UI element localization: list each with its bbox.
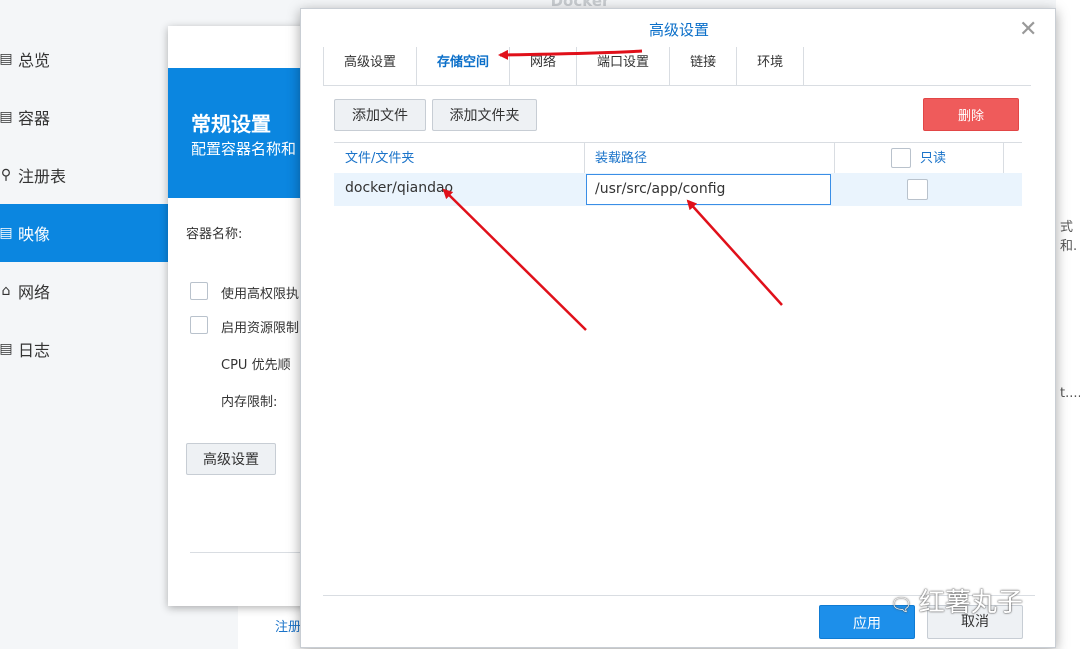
tab-storage[interactable]: 存储空间 <box>417 47 511 85</box>
sidebar: ▤ 总览 ▤ 容器 ⚲ 注册表 ▤ 映像 ⌂ 网络 ▤ 日志 <box>0 30 168 648</box>
sidebar-item-label: 总览 <box>18 51 51 70</box>
memory-limit-label: 内存限制: <box>221 395 278 410</box>
network-icon: ⌂ <box>1 283 11 299</box>
mount-path-input[interactable]: /usr/src/app/config <box>586 174 831 205</box>
sidebar-item-log[interactable]: ▤ 日志 <box>0 320 168 378</box>
image-icon: ▤ <box>0 225 13 241</box>
dialog-title: 高级设置 <box>648 21 709 39</box>
sidebar-item-network[interactable]: ⌂ 网络 <box>0 262 168 320</box>
add-file-button[interactable]: 添加文件 <box>334 99 426 131</box>
privileged-label: 使用高权限执 <box>221 287 300 302</box>
log-icon: ▤ <box>0 341 13 357</box>
table-header: 文件/文件夹 装载路径 只读 <box>334 142 1022 173</box>
column-header-mount-path[interactable]: 装载路径 <box>595 143 647 173</box>
privileged-checkbox[interactable] <box>190 282 208 300</box>
tab-bar: 高级设置 存储空间 网络 端口设置 链接 环境 <box>323 47 1031 86</box>
tab-network[interactable]: 网络 <box>510 47 578 85</box>
read-only-checkbox[interactable] <box>907 179 928 200</box>
background-text: t.... <box>1060 386 1080 401</box>
advanced-settings-button[interactable]: 高级设置 <box>186 443 276 475</box>
background-text: 式和. <box>1060 220 1078 254</box>
resource-limit-checkbox[interactable] <box>190 316 208 334</box>
sidebar-item-label: 容器 <box>18 109 51 128</box>
read-only-all-checkbox[interactable] <box>891 148 911 168</box>
sidebar-item-container[interactable]: ▤ 容器 <box>0 88 168 146</box>
sidebar-item-label: 注册表 <box>18 167 67 186</box>
general-settings-subtitle: 配置容器名称和 <box>191 140 297 158</box>
general-settings-title: 常规设置 <box>191 112 271 136</box>
add-folder-button[interactable]: 添加文件夹 <box>432 99 537 131</box>
sidebar-item-image[interactable]: ▤ 映像 <box>0 204 168 262</box>
sidebar-item-label: 映像 <box>18 225 51 244</box>
tab-advanced[interactable]: 高级设置 <box>323 47 418 85</box>
column-header-read-only: 只读 <box>920 151 947 166</box>
sidebar-item-registry[interactable]: ⚲ 注册表 <box>0 146 168 204</box>
watermark-text: 红薯丸子 <box>918 588 1023 618</box>
close-icon[interactable]: ✕ <box>1019 17 1037 42</box>
column-separator <box>584 143 585 173</box>
sidebar-item-label: 网络 <box>18 283 51 302</box>
delete-button[interactable]: 删除 <box>923 98 1019 131</box>
column-header-file-folder[interactable]: 文件/文件夹 <box>345 143 414 173</box>
sidebar-item-overview[interactable]: ▤ 总览 <box>0 30 168 88</box>
watermark: 🗨 红薯丸子 <box>890 582 1023 619</box>
tab-port-settings[interactable]: 端口设置 <box>577 47 671 85</box>
table-row[interactable]: docker/qiandao /usr/src/app/config <box>334 173 1022 206</box>
resource-limit-label: 启用资源限制 <box>221 321 300 336</box>
tab-links[interactable]: 链接 <box>670 47 738 85</box>
registry-link[interactable]: 注册 <box>275 616 301 635</box>
file-folder-cell: docker/qiandao <box>345 180 454 196</box>
column-separator <box>1003 143 1004 173</box>
container-icon: ▤ <box>0 109 13 125</box>
sidebar-item-label: 日志 <box>18 341 51 360</box>
cpu-priority-label: CPU 优先顺 <box>221 358 291 373</box>
advanced-settings-dialog: 高级设置 ✕ 高级设置 存储空间 网络 端口设置 链接 环境 添加文件 添加文件… <box>300 8 1056 648</box>
column-separator <box>834 143 835 173</box>
registry-icon: ⚲ <box>0 167 12 183</box>
wechat-logo-icon: 🗨 <box>890 595 913 616</box>
container-name-label: 容器名称: <box>186 227 243 242</box>
background-detail-panel: 式和. t.... <box>1056 0 1080 648</box>
tab-environment[interactable]: 环境 <box>737 47 805 85</box>
overview-icon: ▤ <box>0 51 13 67</box>
